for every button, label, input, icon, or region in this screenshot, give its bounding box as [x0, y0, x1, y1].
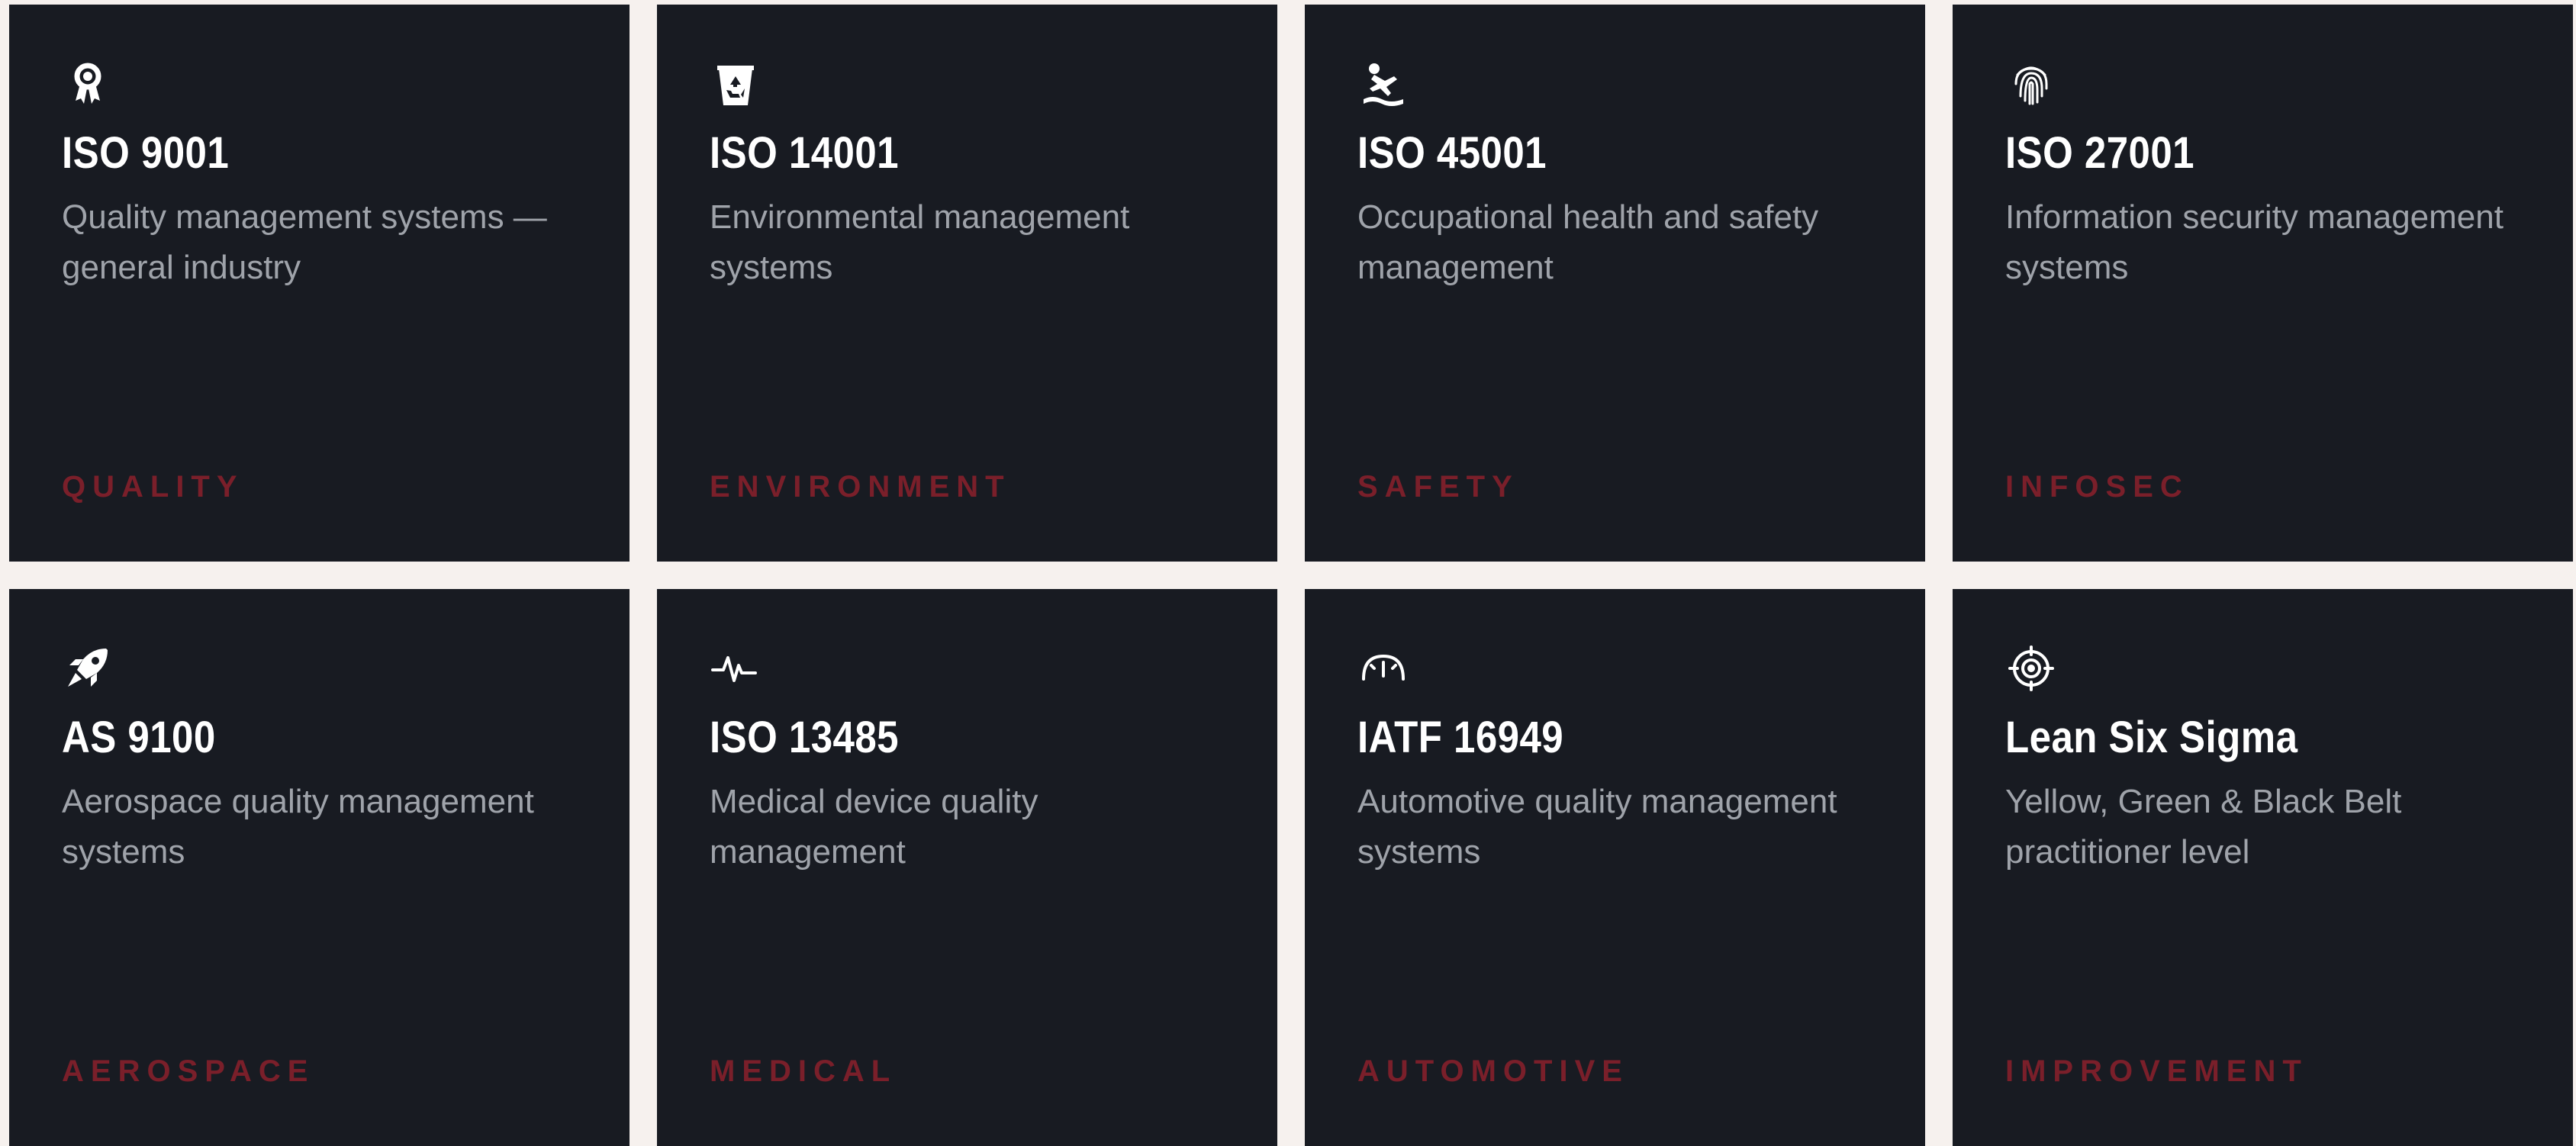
rocket-icon: [62, 642, 114, 694]
gauge-icon: [1357, 642, 1409, 694]
card-iso-13485[interactable]: ISO 13485 Medical device quality managem…: [657, 589, 1277, 1146]
card-iso-45001[interactable]: ISO 45001 Occupational health and safety…: [1305, 5, 1925, 562]
card-title: AS 9100: [62, 713, 216, 762]
card-iso-27001[interactable]: ISO 27001 Information security managemen…: [1953, 5, 2573, 562]
card-iso-14001[interactable]: ISO 14001 Environmental management syste…: [657, 5, 1277, 562]
card-description: Medical device quality management: [710, 783, 1038, 871]
card-description: Occupational health and safety managemen…: [1357, 198, 1819, 286]
person-slipping-icon: [1357, 58, 1409, 110]
card-tag: QUALITY: [62, 470, 244, 504]
card-title: Lean Six Sigma: [2005, 713, 2298, 762]
award-ribbon-icon: [62, 58, 114, 110]
card-title: ISO 9001: [62, 128, 230, 178]
heartbeat-icon: [710, 642, 762, 694]
card-description: Environmental management systems: [710, 198, 1130, 286]
card-tag: AEROSPACE: [62, 1054, 315, 1088]
card-description: Quality management systems — general ind…: [62, 198, 547, 286]
card-title: ISO 14001: [710, 128, 899, 178]
crosshair-target-icon: [2005, 642, 2057, 694]
certification-grid: ISO 9001 Quality management systems — ge…: [0, 0, 2576, 1146]
card-iso-9001[interactable]: ISO 9001 Quality management systems — ge…: [9, 5, 630, 562]
card-title: ISO 27001: [2005, 128, 2194, 178]
card-description: Yellow, Green & Black Belt practitioner …: [2005, 783, 2402, 871]
recycle-bin-icon: [710, 58, 762, 110]
card-tag: SAFETY: [1357, 470, 1519, 504]
card-iatf-16949[interactable]: IATF 16949 Automotive quality management…: [1305, 589, 1925, 1146]
card-tag: MEDICAL: [710, 1054, 897, 1088]
card-tag: ENVIRONMENT: [710, 470, 1011, 504]
card-description: Information security management systems: [2005, 198, 2504, 286]
card-description: Aerospace quality management systems: [62, 783, 534, 871]
card-tag: IMPROVEMENT: [2005, 1054, 2308, 1088]
card-lean-six-sigma[interactable]: Lean Six Sigma Yellow, Green & Black Bel…: [1953, 589, 2573, 1146]
card-title: IATF 16949: [1357, 713, 1564, 762]
card-tag: INFOSEC: [2005, 470, 2189, 504]
fingerprint-icon: [2005, 58, 2057, 110]
card-as-9100[interactable]: AS 9100 Aerospace quality management sys…: [9, 589, 630, 1146]
card-title: ISO 45001: [1357, 128, 1547, 178]
card-title: ISO 13485: [710, 713, 899, 762]
card-description: Automotive quality management systems: [1357, 783, 1837, 871]
card-tag: AUTOMOTIVE: [1357, 1054, 1629, 1088]
